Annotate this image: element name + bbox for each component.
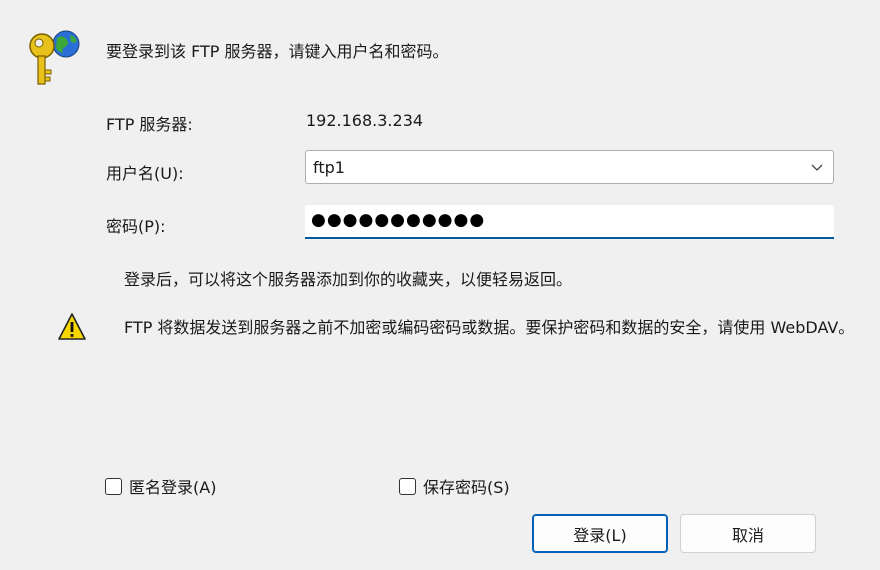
server-label: FTP 服务器: [106, 115, 193, 134]
username-label: 用户名(U): [106, 164, 184, 183]
server-address: 192.168.3.234 [306, 111, 424, 130]
anonymous-login-label: 匿名登录(A) [129, 478, 217, 497]
favorites-note: 登录后，可以将这个服务器添加到你的收藏夹，以便轻易返回。 [124, 270, 573, 289]
security-warning-text: FTP 将数据发送到服务器之前不加密或编码密码或数据。要保护密码和数据的安全，请… [124, 318, 855, 337]
password-field[interactable]: ●●●●●●●●●●● [305, 205, 834, 239]
key-globe-icon [29, 30, 80, 85]
save-password-checkbox[interactable]: 保存密码(S) [399, 474, 510, 498]
save-password-box[interactable] [399, 477, 416, 495]
warning-icon [58, 313, 86, 340]
password-label: 密码(P): [106, 217, 166, 236]
ftp-login-dialog: 要登录到该 FTP 服务器，请键入用户名和密码。 FTP 服务器: 192.16… [0, 0, 880, 570]
password-value: ●●●●●●●●●●● [311, 210, 486, 230]
anonymous-login-checkbox[interactable]: 匿名登录(A) [105, 474, 216, 498]
login-button[interactable]: 登录(L) [532, 514, 668, 553]
anonymous-login-box[interactable] [105, 477, 122, 495]
save-password-label: 保存密码(S) [423, 478, 510, 497]
dialog-intro: 要登录到该 FTP 服务器，请键入用户名和密码。 [106, 42, 449, 61]
chevron-down-icon[interactable] [810, 160, 824, 174]
cancel-button[interactable]: 取消 [680, 514, 816, 553]
username-combobox[interactable]: ftp1 [305, 150, 834, 184]
username-value: ftp1 [313, 158, 345, 177]
